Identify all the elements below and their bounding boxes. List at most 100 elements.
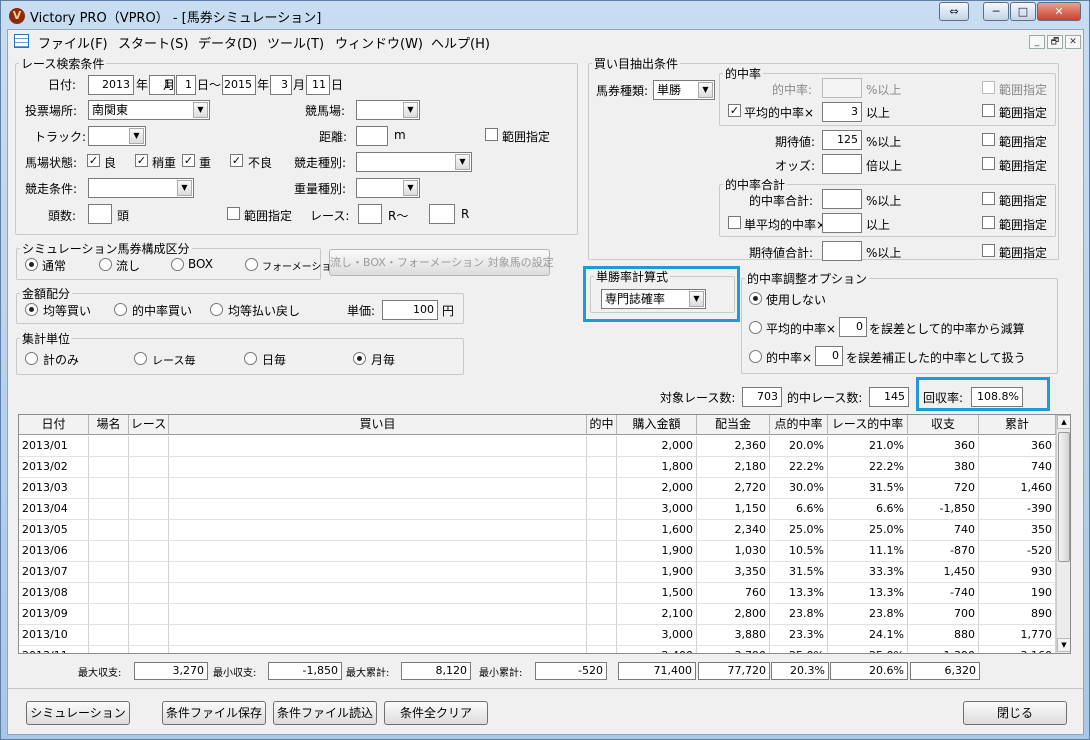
to-day-input[interactable]: 11 [306, 75, 330, 95]
adjust-none-radio[interactable] [749, 292, 762, 305]
menu-window[interactable]: ウィンドウ(W) [335, 33, 423, 52]
table-row[interactable]: 2013/01 2,000 2,360 20.0% 21.0% 360 360 [19, 436, 1056, 457]
table-row[interactable]: 2013/06 1,900 1,030 10.5% 11.1% -870 -520 [19, 541, 1056, 562]
column-header-point-rate[interactable]: 点的中率 [770, 415, 828, 435]
track-place-select[interactable]: ▼ [356, 100, 420, 120]
cond-slight-checkbox[interactable]: ✓ [135, 154, 148, 167]
table-row[interactable]: 2013/05 1,600 2,340 25.0% 25.0% 740 350 [19, 520, 1056, 541]
scroll-thumb[interactable] [1058, 432, 1070, 562]
sim-nagashi-radio[interactable] [99, 258, 112, 271]
sim-normal-radio[interactable] [25, 258, 38, 271]
column-header-cumulative[interactable]: 累計 [979, 415, 1056, 435]
unit-price-input[interactable]: 100 [382, 300, 438, 320]
expected-value-input[interactable]: 125 [822, 130, 862, 150]
expected-range-checkbox[interactable] [982, 133, 995, 146]
race-to-input[interactable] [429, 204, 455, 224]
to-month-input[interactable]: 3 [270, 75, 292, 95]
single-avg-input[interactable] [822, 213, 862, 233]
sim-box-radio[interactable] [171, 258, 184, 271]
table-row[interactable]: 2013/02 1,800 2,180 22.2% 22.2% 380 740 [19, 457, 1056, 478]
minimize-button[interactable]: ─ [983, 2, 1009, 21]
simulate-button[interactable]: シミュレーション [26, 701, 130, 725]
equal-buy-radio[interactable] [25, 303, 38, 316]
equal-payback-radio[interactable] [210, 303, 223, 316]
column-header-race[interactable]: レース [129, 415, 169, 435]
column-header-venue[interactable]: 場名 [89, 415, 129, 435]
adjust-avg-input[interactable]: 0 [839, 317, 867, 337]
restore-size-icon[interactable]: ⇔ [939, 2, 969, 21]
column-header-payout[interactable]: 配当金 [697, 415, 770, 435]
avg-hit-rate-input[interactable]: 3 [822, 102, 862, 122]
to-year-input[interactable]: 2015 [222, 75, 256, 95]
agg-month-radio[interactable] [353, 352, 366, 365]
scroll-up-icon[interactable]: ▲ [1057, 415, 1070, 429]
odds-range-checkbox[interactable] [982, 157, 995, 170]
menu-help[interactable]: ヘルプ(H) [431, 33, 490, 52]
column-header-date[interactable]: 日付 [19, 415, 89, 435]
adjust-avg-radio[interactable] [749, 321, 762, 334]
track-select[interactable]: ▼ [88, 126, 146, 146]
column-header-race-rate[interactable]: レース的中率 [828, 415, 908, 435]
scroll-down-icon[interactable]: ▼ [1057, 638, 1070, 652]
venue-select[interactable]: 南関東 ▼ [88, 100, 210, 120]
table-row[interactable]: 2013/07 1,900 3,350 31.5% 33.3% 1,450 930 [19, 562, 1056, 583]
menu-tools[interactable]: ツール(T) [267, 33, 324, 52]
mdi-minimize-button[interactable]: _ [1029, 35, 1045, 49]
agg-race-radio[interactable] [134, 352, 147, 365]
odds-input[interactable] [822, 154, 862, 174]
hit-rate-sum-range-checkbox[interactable] [982, 192, 995, 205]
close-button[interactable]: 閉じる [963, 701, 1067, 725]
column-header-hit[interactable]: 的中 [587, 415, 617, 435]
avg-hit-rate-checkbox[interactable]: ✓ [728, 104, 741, 117]
distance-input[interactable] [356, 126, 388, 146]
hit-rate-sum-input[interactable] [822, 189, 862, 209]
clear-conditions-button[interactable]: 条件全クリア [384, 701, 488, 725]
distance-range-checkbox[interactable] [485, 128, 498, 141]
table-row[interactable]: 2013/112,4003,79025.0%25.0%1,3903,160 [19, 646, 1056, 653]
results-table[interactable]: 日付 場名 レース 買い目 的中 購入金額 配当金 点的中率 レース的中率 収支 累計 2013/0… [18, 414, 1071, 654]
mdi-close-button[interactable]: ✕ [1065, 35, 1081, 49]
column-header-bets[interactable]: 買い目 [169, 415, 587, 435]
from-day-input[interactable]: 1 [176, 75, 196, 95]
expected-sum-input[interactable] [822, 241, 862, 261]
menu-file[interactable]: ファイル(F) [38, 33, 108, 52]
adjust-rate-input[interactable]: 0 [815, 346, 843, 366]
table-row[interactable]: 2013/04 3,000 1,150 6.6% 6.6% -1,850 -390 [19, 499, 1056, 520]
menu-data[interactable]: データ(D) [198, 33, 257, 52]
ticket-type-select[interactable]: 単勝 ▼ [653, 80, 715, 100]
column-header-purchase[interactable]: 購入金額 [617, 415, 697, 435]
race-cond-select[interactable]: ▼ [88, 178, 194, 198]
table-row[interactable]: 2013/03 2,000 2,720 30.0% 31.5% 720 1,460 [19, 478, 1056, 499]
cond-heavy-checkbox[interactable]: ✓ [182, 154, 195, 167]
heads-input[interactable] [88, 204, 112, 224]
agg-total-radio[interactable] [25, 352, 38, 365]
avg-hit-rate-range-checkbox[interactable] [982, 104, 995, 117]
hitrate-buy-radio[interactable] [114, 303, 127, 316]
target-horse-setting-button[interactable]: 流し・BOX・フォーメーション 対象馬の設定 [329, 249, 554, 276]
menu-start[interactable]: スタート(S) [118, 33, 188, 52]
load-conditions-button[interactable]: 条件ファイル読込 [273, 701, 377, 725]
vertical-scrollbar[interactable]: ▲ ▼ [1056, 415, 1070, 653]
single-avg-checkbox[interactable] [728, 216, 741, 229]
hit-rate-input[interactable] [822, 78, 862, 98]
agg-day-radio[interactable] [244, 352, 257, 365]
mdi-restore-button[interactable]: 🗗 [1047, 35, 1063, 49]
from-year-input[interactable]: 2013 [88, 75, 134, 95]
maximize-button[interactable]: □ [1010, 2, 1036, 21]
adjust-rate-radio[interactable] [749, 350, 762, 363]
hit-rate-range-checkbox[interactable] [982, 81, 995, 94]
table-row[interactable]: 2013/09 2,100 2,800 23.8% 23.8% 700 890 [19, 604, 1056, 625]
save-conditions-button[interactable]: 条件ファイル保存 [162, 701, 266, 725]
race-from-input[interactable] [358, 204, 382, 224]
expected-sum-range-checkbox[interactable] [982, 244, 995, 257]
cond-bad-checkbox[interactable]: ✓ [230, 154, 243, 167]
table-row[interactable]: 2013/10 3,000 3,880 23.3% 24.1% 880 1,770 [19, 625, 1056, 646]
close-window-button[interactable]: ✕ [1037, 2, 1081, 21]
single-avg-range-checkbox[interactable] [982, 216, 995, 229]
column-header-balance[interactable]: 収支 [908, 415, 979, 435]
heads-range-checkbox[interactable] [227, 207, 240, 220]
table-row[interactable]: 2013/08 1,500 760 13.3% 13.3% -740 190 [19, 583, 1056, 604]
sim-formation-radio[interactable] [245, 258, 258, 271]
race-type-select[interactable]: ▼ [356, 152, 472, 172]
win-formula-select[interactable]: 専門誌確率 ▼ [601, 289, 706, 309]
